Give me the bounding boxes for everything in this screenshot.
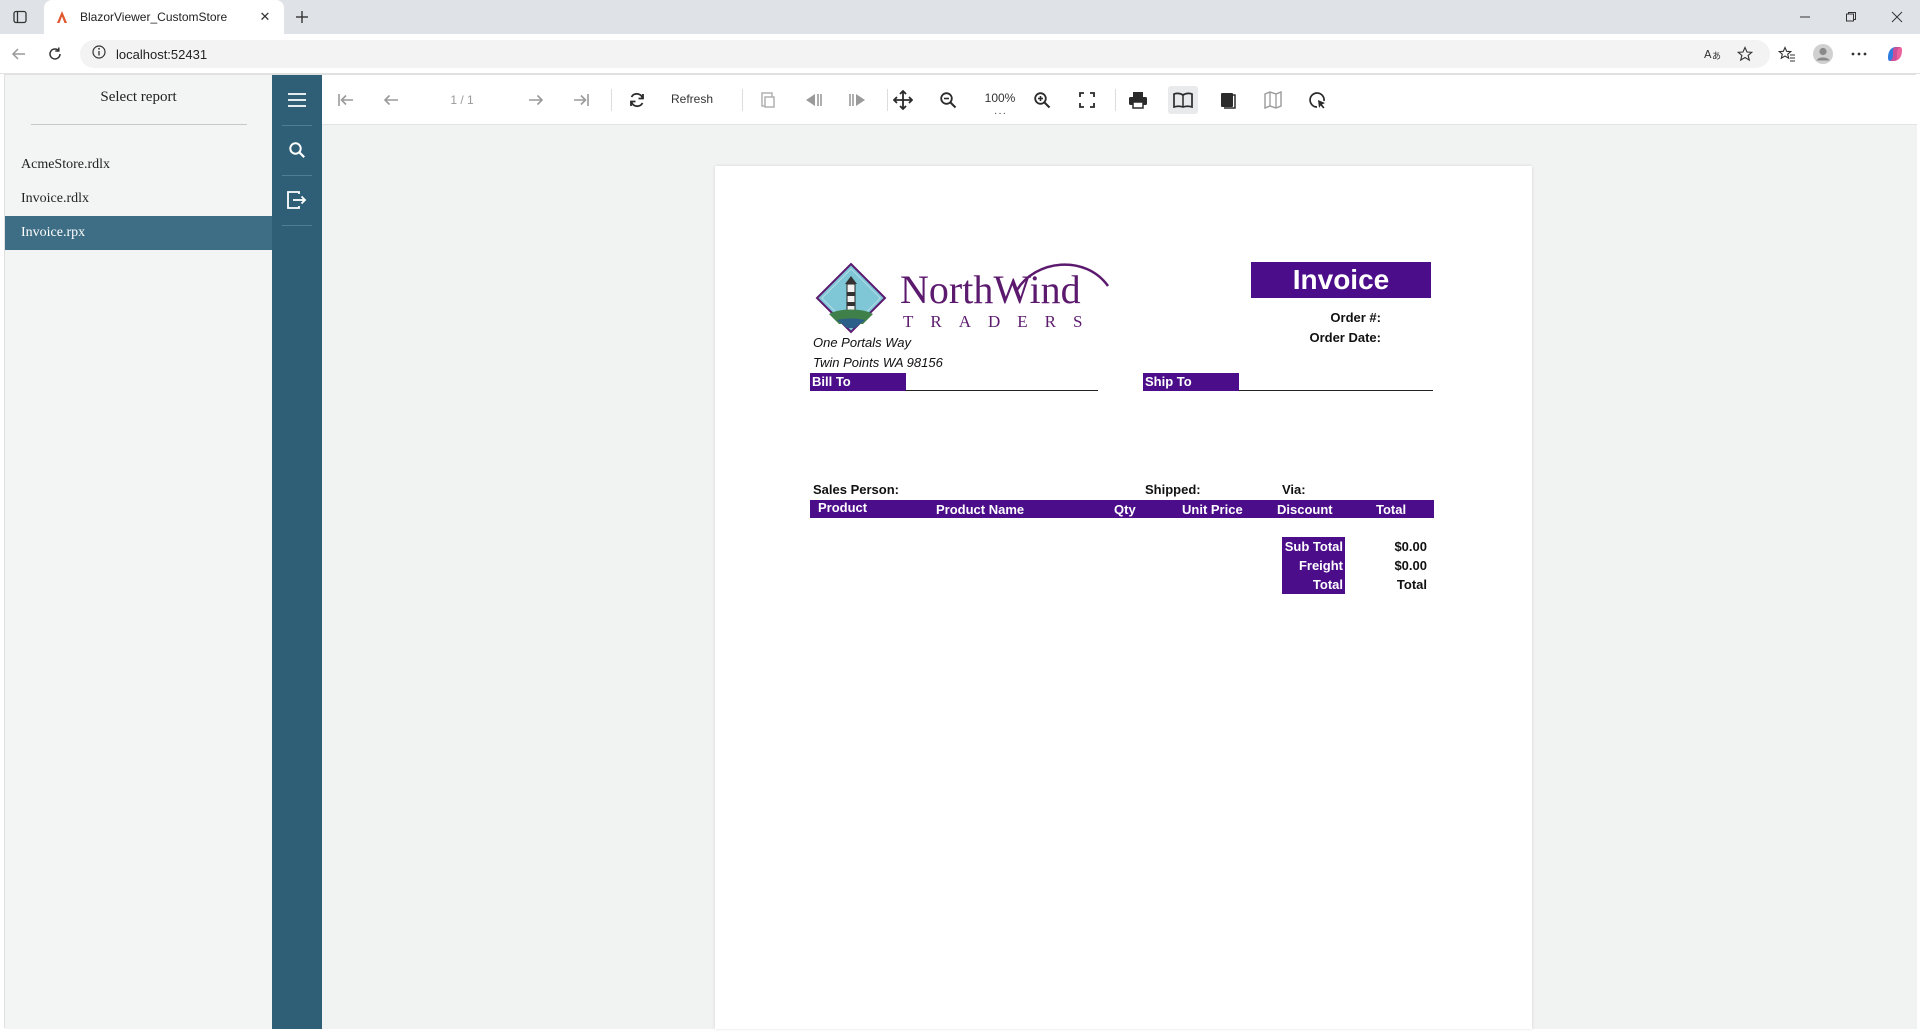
- report-page: NorthWind TRADERS One Portals Way Twin P…: [715, 166, 1532, 1029]
- order-number-label: Order #:: [1330, 310, 1381, 325]
- divider: [742, 89, 743, 111]
- window-close-icon[interactable]: [1874, 0, 1920, 34]
- svg-text:A: A: [1704, 48, 1712, 61]
- browser-tab[interactable]: BlazorViewer_CustomStore ✕: [44, 0, 284, 34]
- report-item-acmestore[interactable]: AcmeStore.rdlx: [5, 148, 272, 182]
- divider: [282, 125, 312, 126]
- report-list-title: Select report: [100, 89, 177, 105]
- history-forward-icon[interactable]: [843, 86, 873, 114]
- ship-to-rule: [1239, 390, 1433, 391]
- address-line-2: Twin Points WA 98156: [813, 355, 943, 370]
- history-back-icon[interactable]: [798, 86, 828, 114]
- divider: [1115, 89, 1116, 111]
- ship-to-band: Ship To: [1143, 373, 1239, 391]
- reload-icon[interactable]: [42, 42, 68, 66]
- column-product: Product: [818, 500, 868, 515]
- freight-value: $0.00: [1394, 558, 1427, 573]
- browser-address-bar: localhost:52431 Aあ: [0, 34, 1920, 74]
- profile-icon[interactable]: [1810, 42, 1836, 66]
- search-icon[interactable]: [272, 128, 322, 172]
- divider: [282, 225, 312, 226]
- svg-text:あ: あ: [1712, 51, 1721, 61]
- address-line-1: One Portals Way: [813, 335, 912, 350]
- column-discount: Discount: [1277, 502, 1333, 517]
- address-input[interactable]: localhost:52431: [80, 40, 1770, 68]
- invoice-title: Invoice: [1251, 262, 1431, 298]
- column-qty: Qty: [1114, 502, 1136, 517]
- brand-name: NorthWind: [900, 267, 1081, 312]
- tab-actions-icon[interactable]: [8, 6, 32, 28]
- viewer-sidebar: [272, 75, 322, 1029]
- browser-tab-bar: BlazorViewer_CustomStore ✕: [0, 0, 1920, 34]
- info-icon[interactable]: [92, 44, 106, 64]
- divider: [282, 175, 312, 176]
- column-unit-price: Unit Price: [1182, 502, 1243, 517]
- freight-label: Freight: [1282, 556, 1345, 575]
- column-product-name: Product Name: [936, 502, 1025, 517]
- url-text: localhost:52431: [116, 46, 208, 62]
- refresh-button[interactable]: Refresh: [671, 92, 713, 106]
- total-label: Total: [1282, 575, 1345, 594]
- export-icon[interactable]: [272, 178, 322, 222]
- copilot-icon[interactable]: [1882, 42, 1908, 66]
- next-page-icon[interactable]: [521, 86, 551, 114]
- brand-subtitle: TRADERS: [903, 312, 1100, 331]
- close-icon[interactable]: ✕: [256, 8, 274, 26]
- menu-icon[interactable]: [272, 78, 322, 122]
- report-item-invoice-rdlx[interactable]: Invoice.rdlx: [5, 182, 272, 216]
- detail-column-header: Product Product Name Qty Unit Price Disc…: [810, 500, 1434, 518]
- shipped-label: Shipped:: [1145, 482, 1201, 497]
- galley-icon[interactable]: [1258, 86, 1288, 114]
- bill-to-band: Bill To: [810, 373, 906, 391]
- print-icon[interactable]: [1123, 86, 1153, 114]
- divider: [611, 89, 612, 111]
- previous-page-icon[interactable]: [376, 86, 406, 114]
- zoom-dropdown-indicator[interactable]: ···: [994, 108, 1007, 119]
- restore-icon[interactable]: [1828, 0, 1874, 34]
- zoom-in-icon[interactable]: [1027, 86, 1057, 114]
- favorites-icon[interactable]: [1774, 42, 1800, 66]
- total-value: Total: [1396, 577, 1427, 592]
- page-number-input[interactable]: [422, 90, 502, 110]
- app-favicon-icon: [54, 9, 70, 25]
- tab-title: BlazorViewer_CustomStore: [80, 10, 228, 24]
- mouse-mode-icon[interactable]: [1303, 86, 1333, 114]
- minimize-icon[interactable]: [1782, 0, 1828, 34]
- back-arrow-icon[interactable]: [6, 42, 32, 66]
- fullscreen-icon[interactable]: [1072, 86, 1102, 114]
- star-icon[interactable]: [1732, 42, 1758, 66]
- report-viewer: Refresh 100% ···: [322, 75, 1917, 1029]
- lighthouse-logo-icon: [815, 262, 887, 334]
- viewer-toolbar: Refresh 100% ···: [322, 75, 1917, 125]
- continuous-icon[interactable]: [1213, 86, 1243, 114]
- order-date-label: Order Date:: [1309, 330, 1381, 345]
- first-page-icon[interactable]: [331, 86, 361, 114]
- bill-to-rule: [906, 390, 1098, 391]
- plus-icon[interactable]: [290, 5, 314, 29]
- refresh-icon[interactable]: [622, 86, 652, 114]
- more-icon[interactable]: [1846, 42, 1872, 66]
- via-label: Via:: [1282, 482, 1306, 497]
- zoom-level[interactable]: 100%: [980, 91, 1020, 105]
- zoom-out-icon[interactable]: [933, 86, 963, 114]
- sales-person-label: Sales Person:: [813, 482, 899, 497]
- divider: [31, 124, 247, 125]
- pan-icon[interactable]: [888, 86, 918, 114]
- last-page-icon[interactable]: [566, 86, 596, 114]
- single-page-icon[interactable]: [1168, 86, 1198, 114]
- subtotal-label: Sub Total: [1282, 537, 1345, 556]
- report-list-panel: Select report AcmeStore.rdlx Invoice.rdl…: [5, 75, 272, 1029]
- report-item-invoice-rpx[interactable]: Invoice.rpx: [5, 216, 272, 250]
- report-viewer-app: Select report AcmeStore.rdlx Invoice.rdl…: [4, 74, 1917, 1029]
- subtotal-value: $0.00: [1394, 539, 1427, 554]
- read-aloud-icon[interactable]: Aあ: [1700, 42, 1726, 66]
- column-total: Total: [1376, 502, 1407, 517]
- parameters-icon[interactable]: [753, 86, 783, 114]
